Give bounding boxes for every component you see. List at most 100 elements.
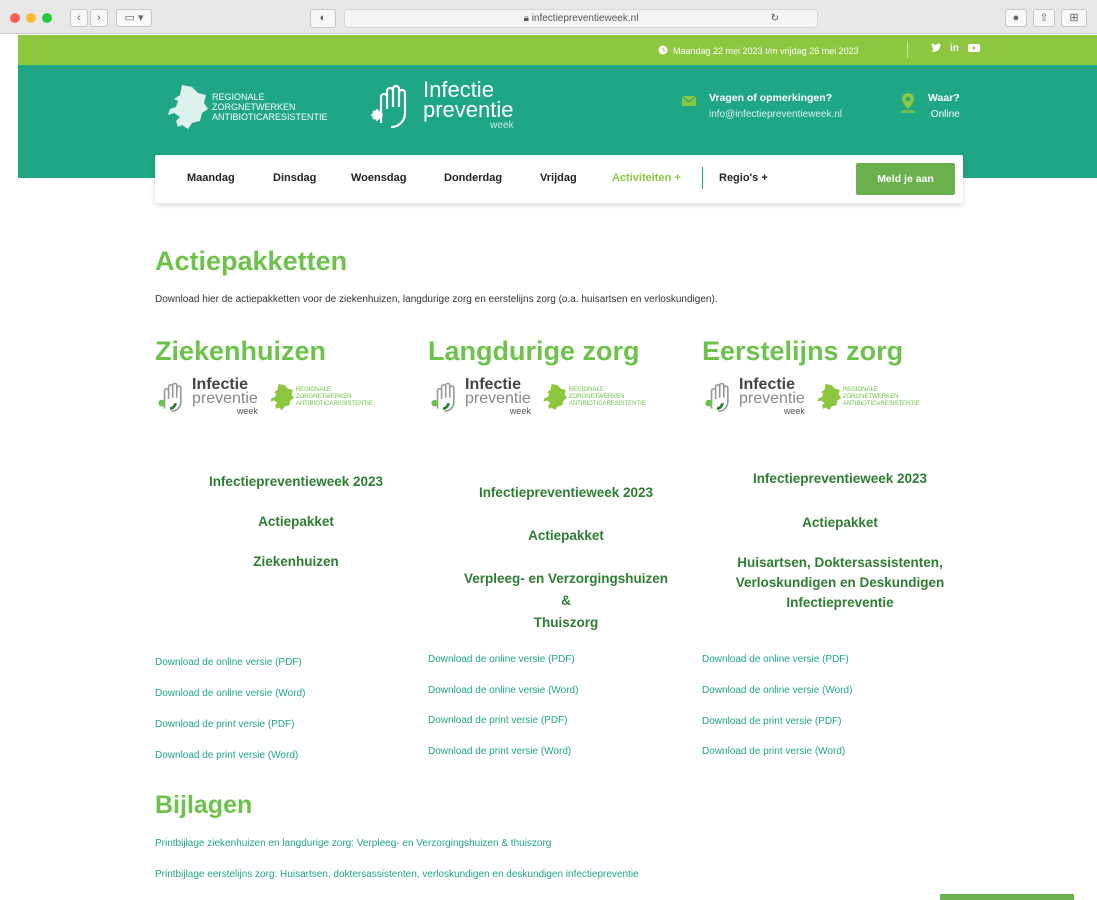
- nav-dinsdag[interactable]: Dinsdag: [273, 172, 316, 184]
- sidebar-toggle-button[interactable]: ▭ ▾: [116, 9, 152, 27]
- youtube-icon[interactable]: [967, 43, 980, 56]
- mini-logo-word-3: week: [783, 406, 805, 416]
- logo-wordmark: Infectie preventie week: [423, 79, 514, 132]
- nav-woensdag[interactable]: Woensdag: [351, 172, 406, 184]
- column-title: Ziekenhuizen: [155, 336, 327, 366]
- nav-vrijdag[interactable]: Vrijdag: [540, 172, 577, 184]
- lock-icon: 🔒︎: [523, 13, 529, 24]
- pack-title: Infectiepreventieweek 2023: [478, 485, 654, 500]
- window-controls: [10, 13, 52, 23]
- mini-rz-line-3: ANTIBIOTICARESISTENTIE: [568, 400, 646, 407]
- close-window-button[interactable]: [10, 13, 20, 23]
- event-date-text: Maandag 22 mei 2023 t/m vrijdag 26 mei 2…: [673, 46, 859, 56]
- hand-virus-icon: [158, 382, 182, 413]
- location-value: Online: [930, 109, 960, 120]
- event-date: Maandag 22 mei 2023 t/m vrijdag 26 mei 2…: [658, 45, 859, 57]
- column-langdurige-zorg: Langdurige zorg Infectie preventie week …: [428, 336, 698, 423]
- topbar-divider: [907, 41, 908, 58]
- pack-title: Infectiepreventieweek 2023: [752, 471, 928, 486]
- bijlage-link-ziekenhuizen-langdurige[interactable]: Printbijlage ziekenhuizen en langdurige …: [155, 838, 551, 849]
- mini-rz-line-3: ANTIBIOTICARESISTENTIE: [842, 400, 920, 407]
- nav-regios[interactable]: Regio's +: [719, 172, 768, 184]
- floating-button-edge[interactable]: [940, 894, 1074, 900]
- mini-regionale-zorgnetwerken-logo: REGIONALE ZORGNETWERKEN ANTIBIOTICARESISTE…: [541, 382, 646, 412]
- download-langdurige-online-word[interactable]: Download de online versie (Word): [428, 685, 578, 696]
- download-langdurige-print-word[interactable]: Download de print versie (Word): [428, 746, 571, 757]
- mini-logo-word-2: preventie: [739, 390, 805, 407]
- pack-target-line-1: Huisartsen, Doktersassistenten,: [737, 555, 943, 570]
- mini-infectiepreventieweek-logo: Infectie preventie week: [155, 377, 258, 416]
- social-links: in: [930, 43, 980, 56]
- download-langdurige-print-pdf[interactable]: Download de print versie (PDF): [428, 715, 568, 726]
- back-button[interactable]: ‹: [70, 9, 88, 27]
- mini-infectiepreventieweek-logo: Infectie preventie week: [702, 377, 805, 416]
- map-pin-icon: [901, 93, 915, 113]
- mini-rz-line-2: ZORGNETWERKEN: [295, 393, 352, 400]
- mini-logo-word-3: week: [509, 406, 531, 416]
- mini-rz-line-1: REGIONALE: [568, 386, 604, 393]
- history-buttons: ‹ › ▭ ▾: [70, 9, 152, 27]
- forward-button[interactable]: ›: [90, 9, 108, 27]
- meld-je-aan-button[interactable]: Meld je aan: [856, 163, 955, 195]
- clock-icon: [658, 45, 668, 57]
- minimize-window-button[interactable]: [26, 13, 36, 23]
- column-ziekenhuizen: Ziekenhuizen Infectie preventie week REG…: [155, 336, 425, 423]
- browser-actions: ● ⇧ ⊞: [1005, 9, 1087, 27]
- logo-word-preventie: preventie: [423, 97, 514, 122]
- download-eerstelijns-online-word[interactable]: Download de online versie (Word): [702, 685, 852, 696]
- contact-title: Vragen of opmerkingen?: [709, 92, 833, 104]
- address-bar[interactable]: 🔒︎ infectiepreventieweek.nl ↻: [344, 9, 818, 28]
- mini-regionale-zorgnetwerken-logo: REGIONALE ZORGNETWERKEN ANTIBIOTICARESISTE…: [815, 382, 920, 412]
- download-eerstelijns-print-word[interactable]: Download de print versie (Word): [702, 746, 845, 757]
- download-eerstelijns-print-pdf[interactable]: Download de print versie (PDF): [702, 716, 842, 727]
- pack-eerstelijns-zorg[interactable]: Infectiepreventieweek 2023 Actiepakket H…: [700, 469, 980, 613]
- hand-virus-icon: [371, 84, 407, 128]
- netherlands-map-icon: [543, 384, 567, 410]
- bijlage-link-eerstelijns[interactable]: Printbijlage eerstelijns zorg: Huisartse…: [155, 869, 639, 880]
- nav-maandag[interactable]: Maandag: [187, 172, 235, 184]
- linkedin-icon[interactable]: in: [950, 43, 959, 56]
- location-block: Waar? Online: [900, 92, 960, 120]
- mini-infectiepreventieweek-logo: Infectie preventie week: [428, 377, 531, 416]
- logo-line-2: ZORGNETWERKEN: [212, 102, 296, 112]
- contact-email-link[interactable]: info@infectiepreventieweek.nl: [709, 109, 842, 120]
- reload-icon[interactable]: ↻: [771, 10, 779, 27]
- download-ziekenhuizen-online-pdf[interactable]: Download de online versie (PDF): [155, 657, 302, 668]
- pack-ziekenhuizen[interactable]: Infectiepreventieweek 2023 Actiepakket Z…: [156, 472, 436, 572]
- twitter-icon[interactable]: [930, 43, 941, 56]
- download-ziekenhuizen-online-word[interactable]: Download de online versie (Word): [155, 688, 305, 699]
- share-icon[interactable]: ⇧: [1033, 9, 1055, 27]
- column-logos: Infectie preventie week REGIONALE ZORGNET…: [428, 371, 698, 423]
- mini-rz-line-1: REGIONALE: [842, 386, 878, 393]
- pack-subtitle: Actiepakket: [528, 528, 604, 543]
- url-text: infectiepreventieweek.nl: [531, 13, 639, 24]
- column-title: Eerstelijns zorg: [702, 336, 904, 366]
- column-eerstelijns-zorg: Eerstelijns zorg Infectie preventie week…: [702, 336, 972, 423]
- pack-subtitle: Actiepakket: [258, 514, 334, 529]
- nav-active-divider: [702, 167, 703, 189]
- page-title: Actiepakketten: [155, 246, 348, 276]
- pack-target-line-3: Infectiepreventie: [786, 595, 894, 610]
- bijlagen-title: Bijlagen: [155, 791, 253, 819]
- column-title: Langdurige zorg: [428, 336, 640, 366]
- regionale-zorgnetwerken-logo[interactable]: REGIONALE ZORGNETWERKEN ANTIBIOTICARESIS…: [164, 83, 328, 131]
- download-icon[interactable]: ●: [1005, 9, 1027, 27]
- mini-rz-line-2: ZORGNETWERKEN: [568, 393, 625, 400]
- column-logos: Infectie preventie week REGIONALE ZORGNET…: [155, 371, 425, 423]
- download-ziekenhuizen-print-word[interactable]: Download de print versie (Word): [155, 750, 298, 761]
- tabs-overview-icon[interactable]: ⊞: [1061, 9, 1087, 27]
- column-logos: Infectie preventie week REGIONALE ZORGNET…: [702, 371, 972, 423]
- nav-activiteiten[interactable]: Activiteiten +: [612, 172, 681, 184]
- nav-donderdag[interactable]: Donderdag: [444, 172, 502, 184]
- download-langdurige-online-pdf[interactable]: Download de online versie (PDF): [428, 654, 575, 665]
- netherlands-map-icon: [817, 384, 841, 410]
- download-eerstelijns-online-pdf[interactable]: Download de online versie (PDF): [702, 654, 849, 665]
- netherlands-map-icon: [168, 85, 208, 129]
- pack-langdurige-zorg[interactable]: Infectiepreventieweek 2023 Actiepakket V…: [426, 483, 706, 633]
- pack-target-line-2: Verloskundigen en Deskundigen: [735, 575, 945, 590]
- download-ziekenhuizen-print-pdf[interactable]: Download de print versie (PDF): [155, 719, 295, 730]
- privacy-shield-icon[interactable]: ◐: [310, 9, 336, 28]
- zoom-window-button[interactable]: [42, 13, 52, 23]
- infectiepreventieweek-logo[interactable]: Infectie preventie week: [367, 79, 514, 132]
- hand-virus-icon: [705, 382, 729, 413]
